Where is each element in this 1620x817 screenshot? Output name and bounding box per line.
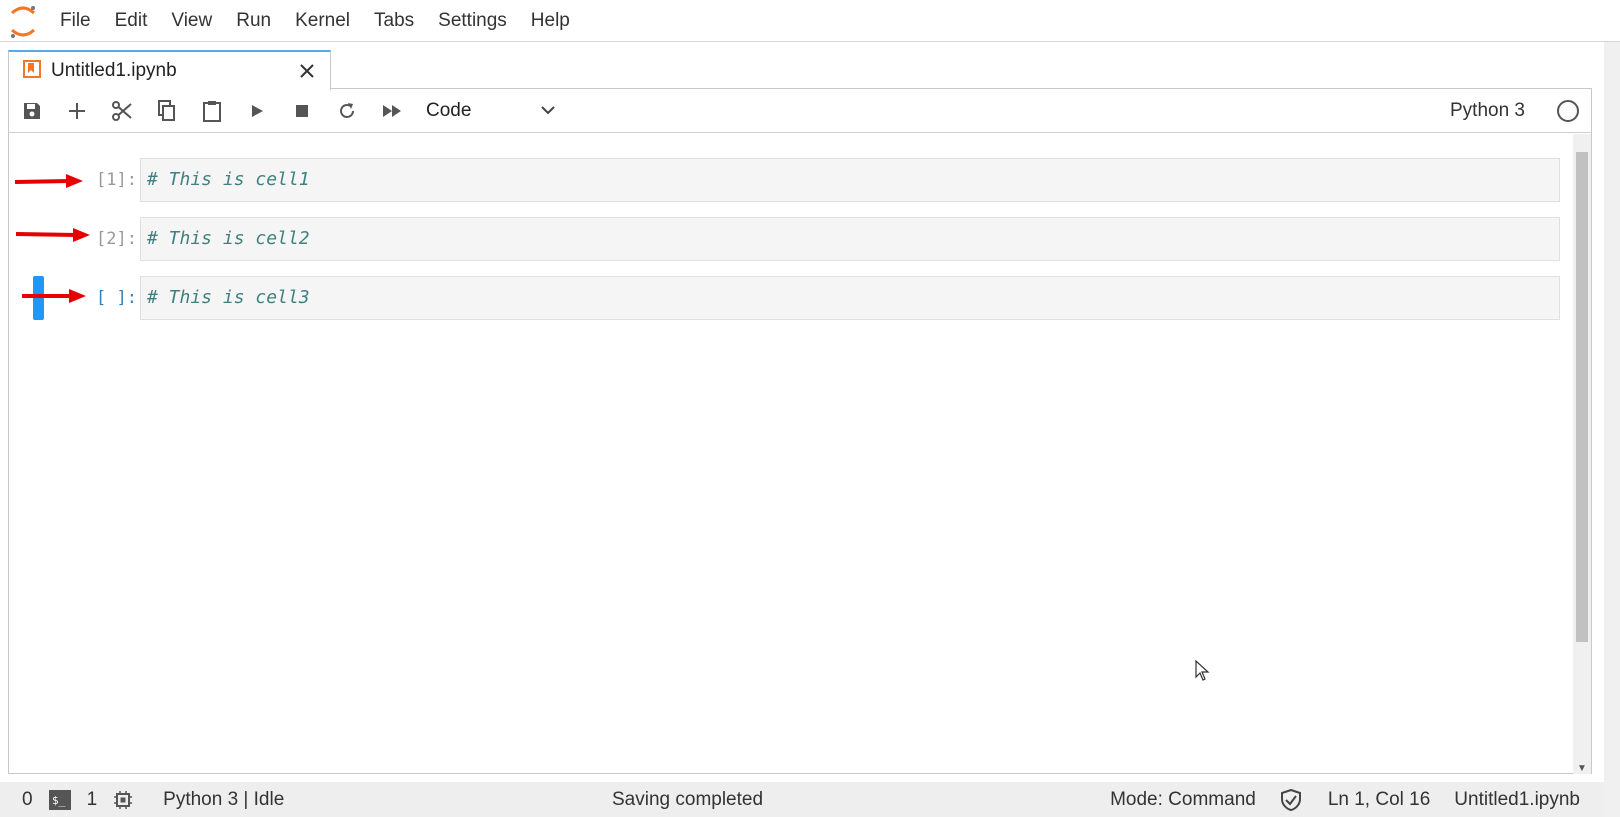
tab-label: Untitled1.ipynb — [51, 60, 177, 81]
terminals-count[interactable]: 0 — [0, 789, 41, 811]
copy-icon[interactable] — [144, 89, 189, 133]
cell-editor[interactable]: # This is cell2 — [140, 217, 1560, 261]
mode-indicator: Mode: Command — [1110, 788, 1256, 810]
tab-untitled1[interactable]: Untitled1.ipynb — [8, 50, 331, 90]
run-icon[interactable] — [234, 89, 279, 133]
shield-check-icon[interactable] — [1272, 788, 1320, 811]
scroll-down-arrow-icon[interactable]: ▼ — [1577, 763, 1587, 774]
notebook-cells: [1]: # This is cell1 [2]: # This is cell… — [9, 134, 1573, 774]
cell-editor[interactable]: # This is cell3 — [140, 276, 1560, 320]
cell-prompt: [ ]: — [96, 288, 137, 308]
notebook-scrollbar[interactable]: ▼ — [1573, 134, 1591, 774]
menu-bar: File Edit View Run Kernel Tabs Settings … — [0, 0, 1620, 42]
annotation-arrow-icon — [22, 289, 86, 303]
terminal-icon: $_ — [41, 789, 79, 810]
notebook-icon — [23, 59, 41, 83]
run-all-icon[interactable] — [369, 89, 414, 133]
tab-bar: Untitled1.ipynb — [8, 50, 1606, 90]
mouse-cursor-icon — [1195, 660, 1210, 681]
status-filename: Untitled1.ipynb — [1454, 788, 1580, 810]
menu-view[interactable]: View — [159, 0, 224, 42]
annotation-arrow-icon — [14, 174, 83, 188]
cell-editor[interactable]: # This is cell1 — [140, 158, 1560, 202]
cell-type-select[interactable]: Code — [426, 95, 556, 127]
kernel-idle-circle-icon — [1557, 100, 1579, 122]
main-dock-panel: Untitled1.ipynb Code Python 3 [1]: # Thi… — [8, 50, 1606, 774]
cell-prompt: [2]: — [96, 229, 137, 249]
stop-icon[interactable] — [279, 89, 324, 133]
paste-icon[interactable] — [189, 89, 234, 133]
code-cell[interactable]: [1]: # This is cell1 — [9, 158, 1573, 202]
code-cell-active[interactable]: [ ]: # This is cell3 — [9, 276, 1573, 320]
svg-text:$_: $_ — [52, 794, 66, 807]
cell-prompt: [1]: — [96, 170, 137, 190]
annotation-arrow-icon — [15, 228, 90, 242]
kernel-status-text[interactable]: Python 3 | Idle — [141, 789, 292, 811]
chevron-down-icon — [540, 102, 556, 120]
menu-settings[interactable]: Settings — [426, 0, 519, 42]
status-message: Saving completed — [612, 789, 764, 810]
notebook-toolbar: Code Python 3 — [9, 89, 1591, 133]
status-bar: 0 $_ 1 Python 3 | Idle Saving completed … — [0, 782, 1604, 817]
kernel-name[interactable]: Python 3 — [1450, 89, 1525, 133]
cut-icon[interactable] — [99, 89, 144, 133]
scrollbar-thumb[interactable] — [1576, 152, 1588, 642]
restart-icon[interactable] — [324, 89, 369, 133]
cursor-position[interactable]: Ln 1, Col 16 — [1320, 789, 1446, 811]
menu-help[interactable]: Help — [519, 0, 582, 42]
close-icon[interactable] — [292, 56, 322, 86]
kernel-chip-icon — [105, 790, 141, 810]
cell-type-label: Code — [426, 99, 472, 121]
menu-tabs[interactable]: Tabs — [362, 0, 426, 42]
menu-file[interactable]: File — [48, 0, 103, 42]
add-cell-icon[interactable] — [54, 89, 99, 133]
menu-kernel[interactable]: Kernel — [283, 0, 362, 42]
status-right-group: Mode: Command Ln 1, Col 16 Untitled1.ipy… — [1102, 782, 1604, 817]
code-cell[interactable]: [2]: # This is cell2 — [9, 217, 1573, 261]
notebook-panel: Code Python 3 [1]: # This is cell1 [2]: … — [8, 88, 1592, 774]
page-scrollbar[interactable] — [1604, 42, 1620, 817]
kernels-count[interactable]: 1 — [79, 789, 106, 811]
save-icon[interactable] — [9, 89, 54, 133]
menu-edit[interactable]: Edit — [103, 0, 160, 42]
menu-run[interactable]: Run — [224, 0, 283, 42]
jupyter-logo-icon — [0, 0, 48, 42]
